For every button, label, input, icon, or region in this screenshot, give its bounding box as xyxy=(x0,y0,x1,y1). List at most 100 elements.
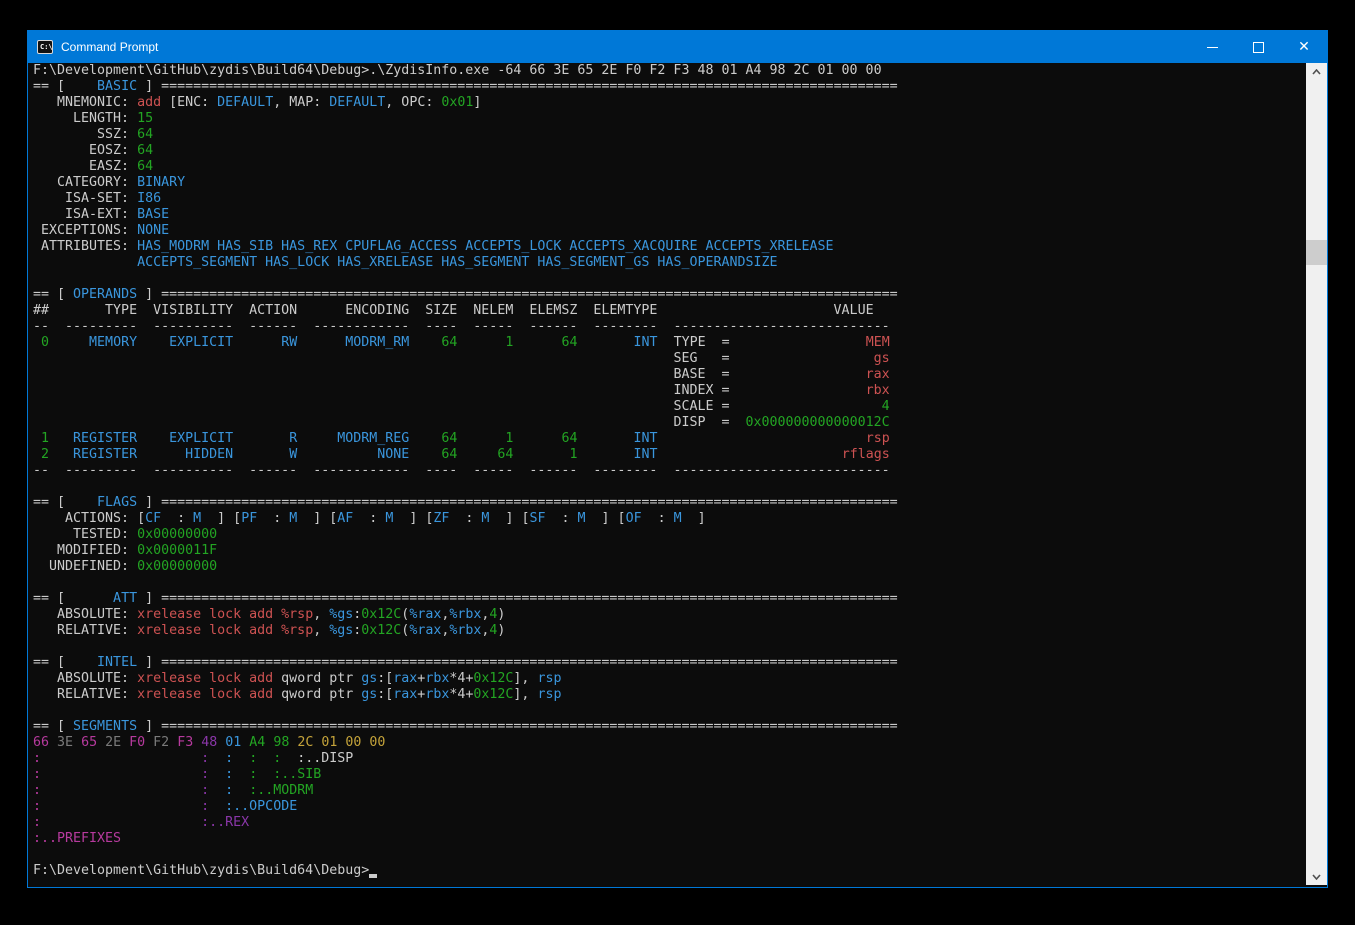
console-line: : : : :..MODRM xyxy=(33,783,898,799)
console-text-segment xyxy=(257,751,273,766)
scroll-down-arrow-icon[interactable] xyxy=(1306,868,1327,885)
console-line: RELATIVE: xrelease lock add %rsp, %gs:0x… xyxy=(33,623,898,639)
console-text-segment: 0x12C xyxy=(361,623,401,638)
console-text-segment: M xyxy=(193,511,201,526)
console-text-segment xyxy=(49,447,65,462)
console-text-segment: NONE xyxy=(137,223,169,238)
console-text-segment: 66 xyxy=(33,735,57,750)
console-line: ## TYPE VISIBILITY ACTION ENCODING SIZE … xyxy=(33,303,898,319)
console-line: -- --------- ---------- ------ ---------… xyxy=(33,319,898,335)
console-text-segment xyxy=(577,335,593,350)
console-text-segment: BASIC xyxy=(73,79,137,94)
maximize-button[interactable] xyxy=(1235,31,1281,63)
console-line: : :..REX xyxy=(33,815,898,831)
console-text-segment: INDEX = xyxy=(673,383,729,398)
console-text-segment: add xyxy=(137,95,161,110)
console-text-segment xyxy=(281,751,297,766)
console-text-segment: %gs xyxy=(329,623,353,638)
console-line xyxy=(33,479,898,495)
console-output: F:\Development\GitHub\zydis\Build64\Debu… xyxy=(33,63,898,879)
console-text-segment: : xyxy=(353,511,385,526)
console-text-segment: RW xyxy=(249,335,297,350)
console-text-segment: ABSOLUTE: xyxy=(33,671,137,686)
console-line: INDEX = rbx xyxy=(33,383,898,399)
console-text-segment: :..SIB xyxy=(273,767,321,782)
console-text-segment xyxy=(137,431,153,446)
console-text-segment: : xyxy=(225,751,233,766)
close-icon: ✕ xyxy=(1298,40,1310,54)
console-text-segment: :..PREFIXES xyxy=(33,831,121,846)
console-text-segment: gs xyxy=(361,687,377,702)
console-text-segment: ] xyxy=(137,287,161,302)
console-text-segment: rax xyxy=(393,687,417,702)
console-text-segment: HIDDEN xyxy=(153,447,233,462)
console-text-segment: : xyxy=(249,751,257,766)
console-text-segment: ] [ xyxy=(297,511,337,526)
console-text-segment xyxy=(257,767,273,782)
console-text-segment: == [ xyxy=(33,79,73,94)
console-text-segment: : xyxy=(225,767,233,782)
console-text-segment: MEM xyxy=(866,335,890,350)
console-text-segment: ISA-SET: xyxy=(33,191,137,206)
console-text-segment: rsp xyxy=(866,431,890,446)
console-line xyxy=(33,703,898,719)
console-text-segment: ] xyxy=(137,591,161,606)
console-text-segment: NONE xyxy=(313,447,409,462)
close-button[interactable]: ✕ xyxy=(1281,31,1327,63)
console-text-segment: SF xyxy=(529,511,545,526)
console-text-segment: MODRM_RM xyxy=(313,335,409,350)
console-text-segment: : xyxy=(449,511,481,526)
console-line: ACTIONS: [CF : M ] [PF : M ] [AF : M ] [… xyxy=(33,511,898,527)
console-line: : : : : :..SIB xyxy=(33,767,898,783)
console-text-segment: gs xyxy=(361,671,377,686)
console-text-segment: 1 xyxy=(473,431,513,446)
console-text-segment: %rbx xyxy=(449,623,481,638)
console-text-segment xyxy=(33,415,673,430)
console-text-segment: UNDEFINED: xyxy=(33,559,137,574)
console-text-segment: EOSZ: xyxy=(33,143,137,158)
titlebar[interactable]: C:\ Command Prompt ✕ xyxy=(28,31,1327,63)
console-text-segment: SSZ: xyxy=(33,127,137,142)
minimize-icon xyxy=(1207,47,1218,48)
console-text-segment xyxy=(137,447,153,462)
console-text-segment: RELATIVE: xyxy=(33,687,137,702)
scroll-up-arrow-icon[interactable] xyxy=(1306,63,1327,80)
console-text-segment: 64 xyxy=(529,335,577,350)
console-text-segment: SCALE = xyxy=(673,399,729,414)
console-text-segment xyxy=(233,431,249,446)
console-text-segment: ## TYPE VISIBILITY ACTION ENCODING SIZE … xyxy=(33,303,657,318)
console-text-segment: :..MODRM xyxy=(249,783,313,798)
scrollbar-thumb[interactable] xyxy=(1306,240,1327,265)
console-line: TESTED: 0x00000000 xyxy=(33,527,898,543)
console-text-segment: 98 xyxy=(273,735,297,750)
console-text-segment: 64 xyxy=(529,431,577,446)
console-text-segment xyxy=(577,447,593,462)
console-text-segment: ] xyxy=(137,495,161,510)
console-text-segment xyxy=(457,335,473,350)
console-text-segment: 0x0000011F xyxy=(137,543,217,558)
console-text-segment: ========================================… xyxy=(161,287,898,302)
console-text-segment: 48 xyxy=(201,735,225,750)
console-text-segment: : xyxy=(225,783,233,798)
console-text-segment: MODRM_REG xyxy=(313,431,409,446)
console-text-segment: ATT xyxy=(73,591,137,606)
console-text-segment: 64 xyxy=(425,335,457,350)
console-text-segment: --------------------------- xyxy=(673,319,889,334)
console-line: == [ INTEL ] ===========================… xyxy=(33,655,898,671)
console-text-segment: FLAGS xyxy=(73,495,137,510)
console-text-segment: qword ptr xyxy=(273,671,361,686)
text-cursor xyxy=(369,864,377,878)
minimize-button[interactable] xyxy=(1189,31,1235,63)
console-text-segment: EXPLICIT xyxy=(153,431,233,446)
console-text-segment xyxy=(233,335,249,350)
console-text-segment: qword ptr xyxy=(273,687,361,702)
console-line: BASE = rax xyxy=(33,367,898,383)
scrollbar[interactable] xyxy=(1306,63,1327,885)
console-line: 1 REGISTER EXPLICIT R MODRM_REG 64 1 64 … xyxy=(33,431,898,447)
console-viewport[interactable]: F:\Development\GitHub\zydis\Build64\Debu… xyxy=(28,63,1327,885)
console-text-segment: ], xyxy=(513,671,537,686)
console-text-segment: EXPLICIT xyxy=(153,335,233,350)
console-text-segment xyxy=(457,431,473,446)
console-text-segment: ACCEPTS_SEGMENT HAS_LOCK HAS_XRELEASE HA… xyxy=(137,255,777,270)
cmd-icon[interactable]: C:\ xyxy=(37,40,53,54)
